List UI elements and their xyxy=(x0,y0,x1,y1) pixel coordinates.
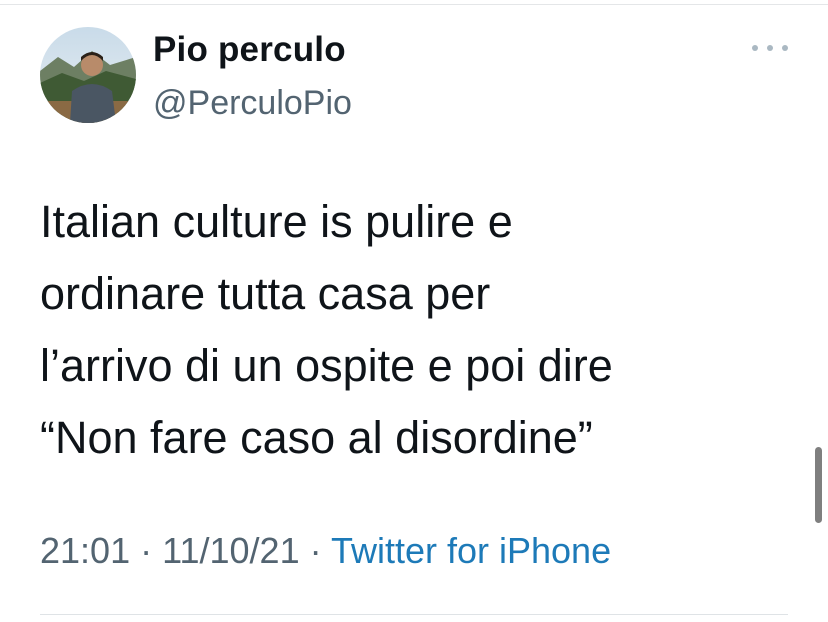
more-dot xyxy=(752,45,758,51)
tweet-time[interactable]: 21:01 xyxy=(40,530,130,571)
top-divider xyxy=(0,4,828,5)
tweet-text-line: “Non fare caso al disordine” xyxy=(40,412,593,463)
tweet-date[interactable]: 11/10/21 xyxy=(162,530,299,571)
bottom-divider xyxy=(40,614,788,615)
tweet-text-line: ordinare tutta casa per xyxy=(40,268,491,319)
more-dot xyxy=(782,45,788,51)
scrollbar[interactable] xyxy=(815,447,822,523)
meta-separator: · xyxy=(309,530,322,571)
more-dot xyxy=(767,45,773,51)
author-display-name[interactable]: Pio perculo xyxy=(153,30,346,70)
tweet-text: Italian culture is pulire e ordinare tut… xyxy=(40,186,800,474)
tweet-source-link[interactable]: Twitter for iPhone xyxy=(331,530,611,571)
meta-separator: · xyxy=(140,530,153,571)
tweet-text-line: Italian culture is pulire e xyxy=(40,196,513,247)
more-horizontal-icon[interactable] xyxy=(752,36,788,60)
avatar[interactable] xyxy=(40,27,136,123)
tweet-text-line: l’arrivo di un ospite e poi dire xyxy=(40,340,613,391)
avatar-image xyxy=(40,27,136,123)
author-handle[interactable]: @PerculoPio xyxy=(153,84,352,123)
tweet-meta: 21:01 · 11/10/21 · Twitter for iPhone xyxy=(40,530,611,572)
